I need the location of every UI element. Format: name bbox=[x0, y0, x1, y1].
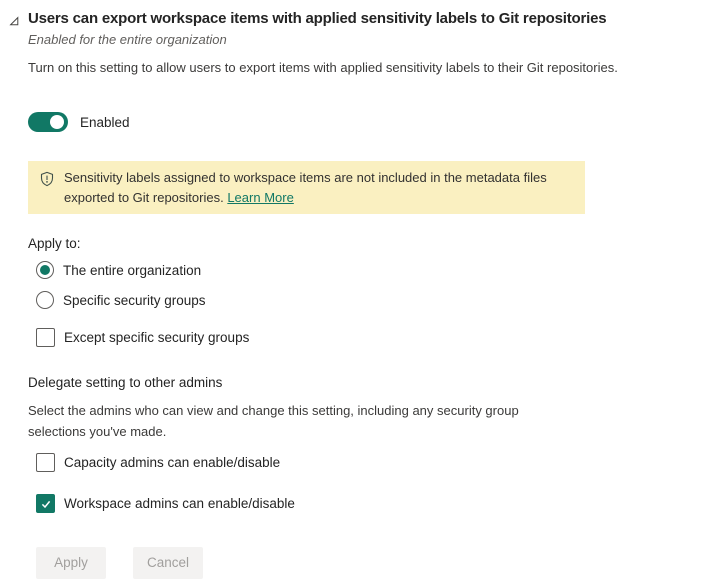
cancel-button[interactable]: Cancel bbox=[133, 547, 203, 579]
banner-message: Sensitivity labels assigned to workspace… bbox=[64, 170, 547, 205]
radio-specific-security-groups[interactable]: Specific security groups bbox=[36, 291, 206, 309]
checkbox-box bbox=[36, 453, 55, 472]
setting-status-subtitle: Enabled for the entire organization bbox=[28, 32, 227, 47]
radio-label: Specific security groups bbox=[63, 293, 206, 308]
shield-alert-icon bbox=[39, 171, 55, 207]
apply-to-label: Apply to: bbox=[28, 236, 81, 251]
tenant-setting-panel: Users can export workspace items with ap… bbox=[0, 0, 708, 588]
checkbox-workspace-admins[interactable]: Workspace admins can enable/disable bbox=[36, 494, 295, 513]
banner-text: Sensitivity labels assigned to workspace… bbox=[64, 168, 569, 207]
radio-label: The entire organization bbox=[63, 263, 201, 278]
checkbox-capacity-admins[interactable]: Capacity admins can enable/disable bbox=[36, 453, 280, 472]
checkbox-label: Workspace admins can enable/disable bbox=[64, 496, 295, 511]
checkbox-box bbox=[36, 494, 55, 513]
enabled-toggle[interactable] bbox=[28, 112, 68, 132]
collapse-triangle-icon[interactable] bbox=[8, 14, 20, 26]
setting-title[interactable]: Users can export workspace items with ap… bbox=[28, 10, 668, 27]
checkbox-label: Except specific security groups bbox=[64, 330, 249, 345]
info-banner: Sensitivity labels assigned to workspace… bbox=[28, 161, 585, 214]
radio-dot bbox=[40, 265, 50, 275]
delegation-description: Select the admins who can view and chang… bbox=[28, 400, 573, 442]
radio-circle bbox=[36, 261, 54, 279]
toggle-state-label: Enabled bbox=[80, 115, 130, 130]
enabled-toggle-row: Enabled bbox=[28, 112, 130, 132]
apply-button[interactable]: Apply bbox=[36, 547, 106, 579]
delegation-heading: Delegate setting to other admins bbox=[28, 375, 222, 390]
setting-description: Turn on this setting to allow users to e… bbox=[28, 57, 628, 78]
checkbox-except-security-groups[interactable]: Except specific security groups bbox=[36, 328, 249, 347]
checkbox-box bbox=[36, 328, 55, 347]
checkbox-label: Capacity admins can enable/disable bbox=[64, 455, 280, 470]
radio-circle bbox=[36, 291, 54, 309]
toggle-knob bbox=[50, 115, 64, 129]
radio-entire-organization[interactable]: The entire organization bbox=[36, 261, 201, 279]
learn-more-link[interactable]: Learn More bbox=[227, 190, 293, 205]
